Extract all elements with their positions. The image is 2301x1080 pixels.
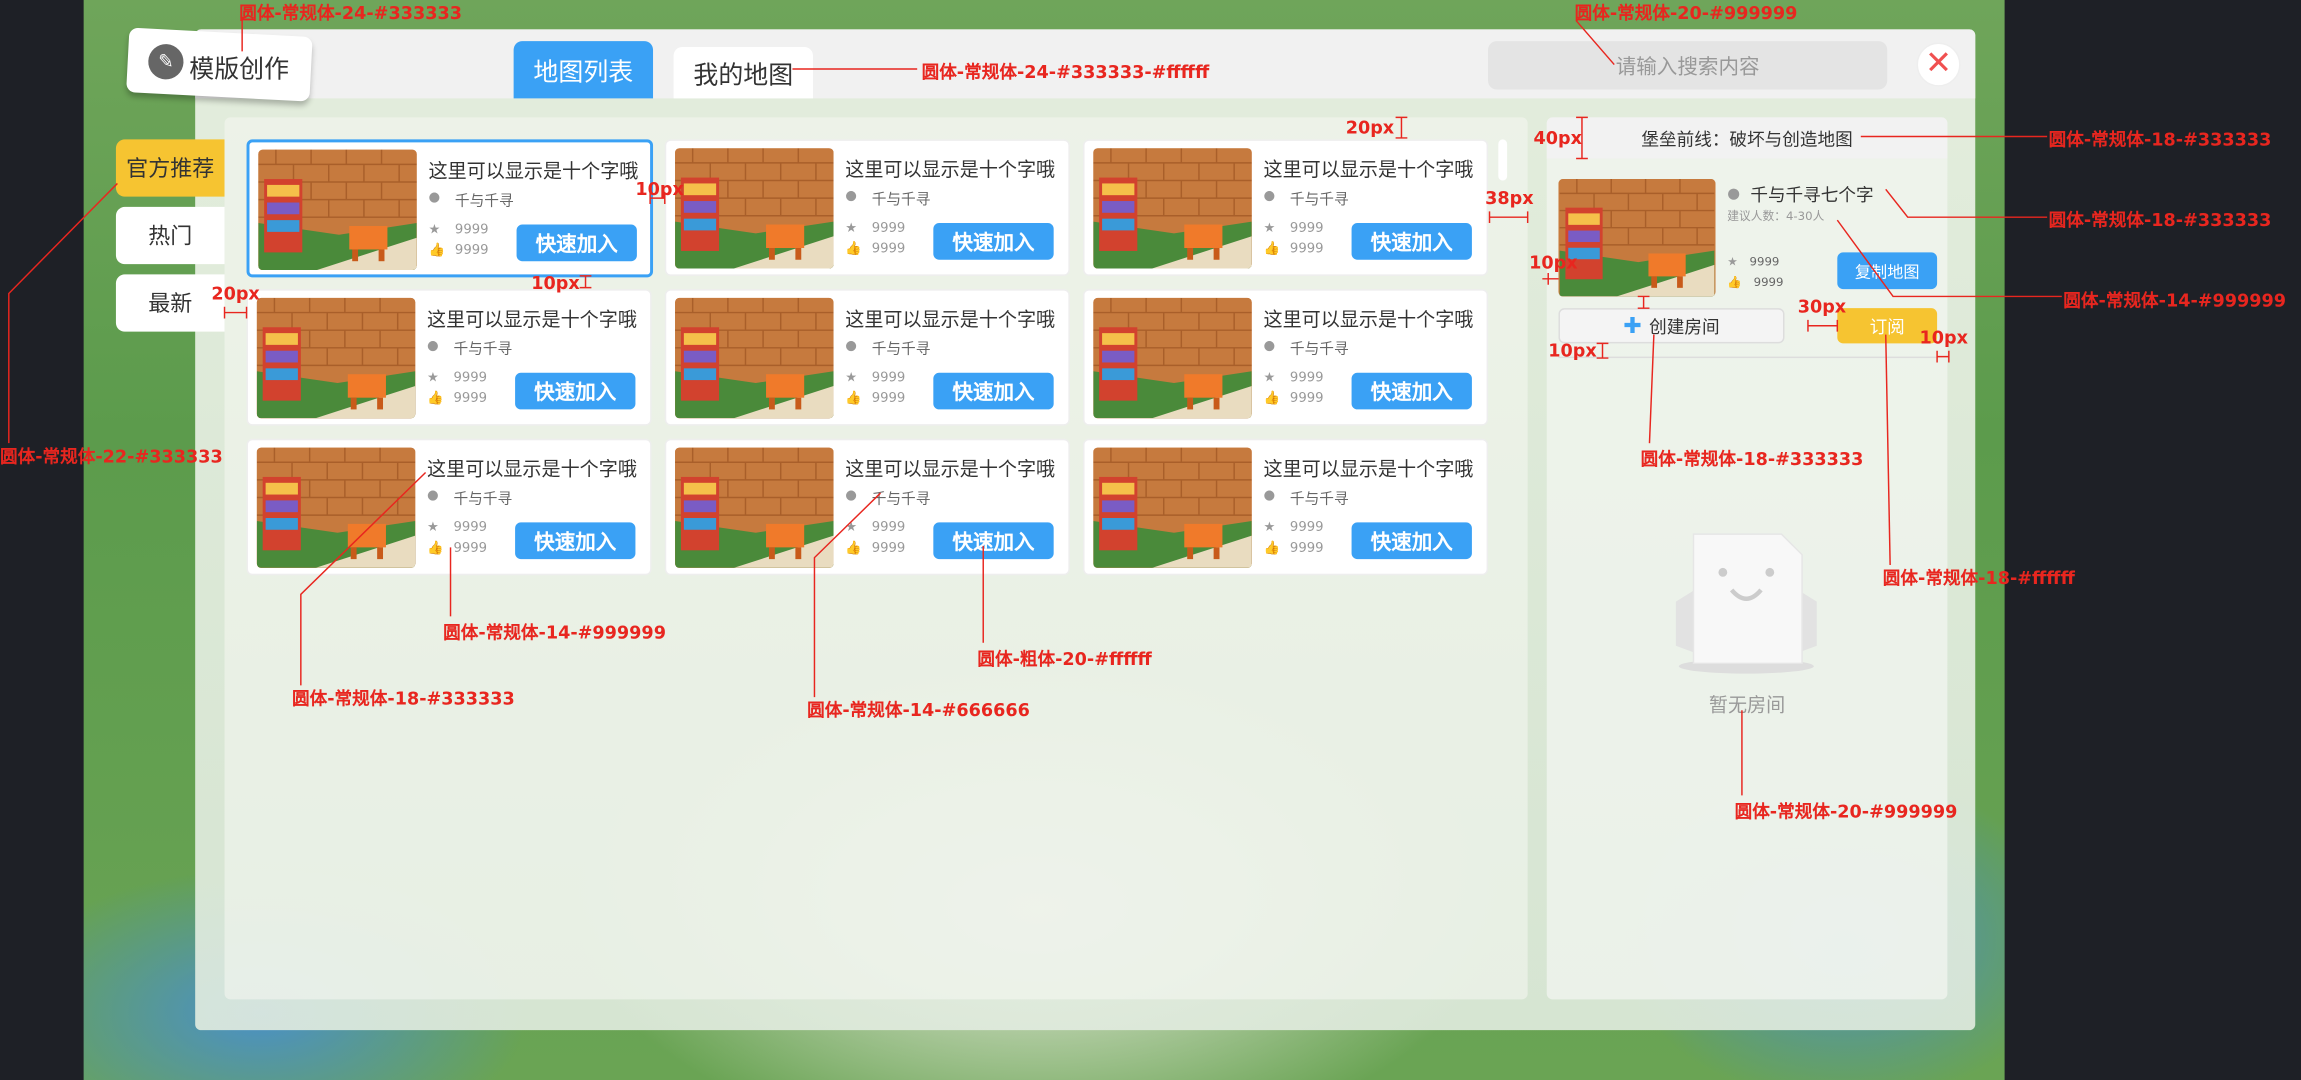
annotation-lines [8,17,2062,796]
annotation-label: 10px [1529,252,1578,273]
annotation-label: 10px [531,272,580,294]
annotation-label: 30px [1797,296,1847,317]
annotation-label: 圆体-常规体-14-#999999 [443,622,666,643]
annotation-label: 圆体-常规体-24-#333333-#ffffff [921,61,1210,83]
annotation-label: 圆体-常规体-20-#999999 [1574,2,1798,24]
annotation-label: 圆体-常规体-18-#333333 [1640,449,1864,470]
annotation-label: 38px [1485,187,1534,209]
annotation-label: 20px [1345,117,1395,138]
annotation-label: 10px [1548,340,1597,362]
annotation-label: 圆体-常规体-18-#333333 [2048,209,2272,231]
annotation-label: 圆体-常规体-14-#999999 [2063,290,2287,312]
annotation-label: 圆体-常规体-18-#ffffff [1882,567,2075,589]
annotation-label: 圆体-常规体-18-#333333 [292,688,515,709]
annotation-label: 圆体-常规体-14-#666666 [807,699,1030,721]
annotation-label: 圆体-常规体-24-#333333 [239,2,462,24]
annotation-label: 20px [211,283,260,304]
annotation-label: 40px [1533,127,1583,149]
annotation-label: 圆体-常规体-22-#333333 [0,446,223,467]
annotation-label: 10px [635,179,684,200]
annotation-label: 圆体-常规体-20-#999999 [1734,801,1958,822]
annotation-label: 圆体-粗体-20-#ffffff [977,648,1152,670]
annotation-label: 圆体-常规体-18-#333333 [2048,129,2272,150]
annotation-label: 10px [1919,327,1968,348]
